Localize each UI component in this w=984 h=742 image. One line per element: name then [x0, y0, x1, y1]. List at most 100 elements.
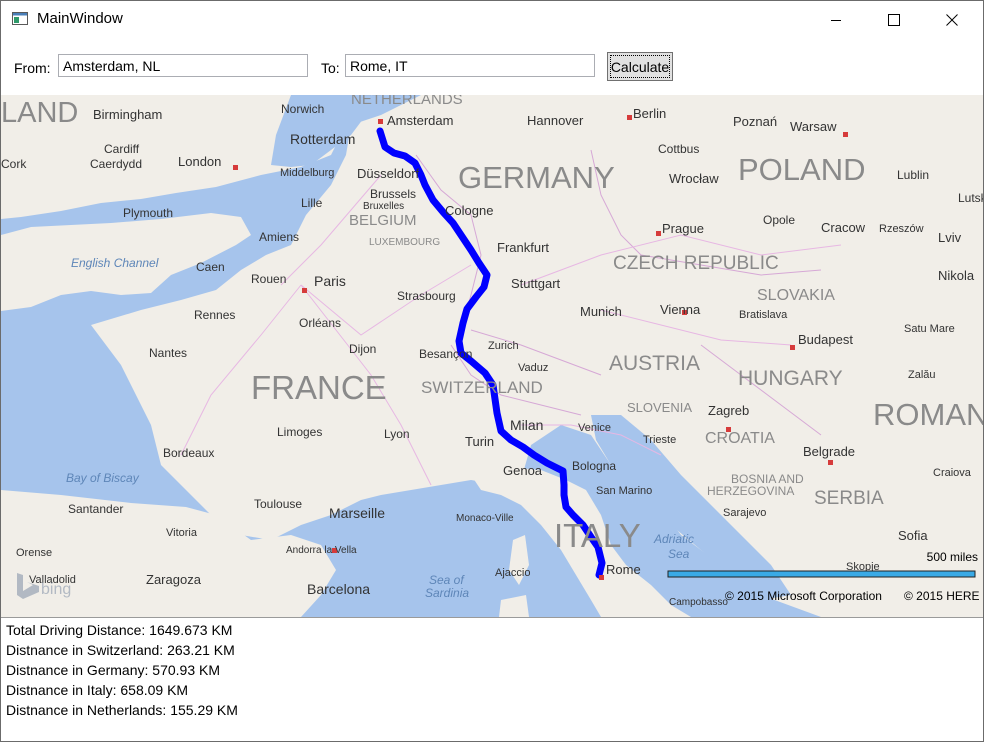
svg-text:500 miles: 500 miles — [927, 550, 978, 564]
city-label: Bratislava — [739, 309, 788, 321]
city-label: Dijon — [349, 342, 376, 356]
app-window-icon — [12, 12, 28, 25]
sea-label: English Channel — [71, 256, 159, 270]
city-label: Lviv — [938, 230, 962, 245]
city-label: Rotterdam — [290, 131, 355, 147]
sea-label: Bay of Biscay — [66, 471, 140, 485]
sea-label: Adriatic — [653, 532, 694, 546]
city-label: Orense — [16, 547, 52, 559]
city-label: Amiens — [259, 230, 299, 244]
city-label: Lublin — [897, 168, 929, 182]
results-panel: Total Driving Distance: 1649.673 KM Dist… — [1, 617, 983, 741]
city-label: Vitoria — [166, 527, 198, 539]
country-label: LAND — [1, 97, 78, 129]
country-label: POLAND — [738, 152, 865, 187]
city-label: Zurich — [488, 340, 519, 352]
city-label: London — [178, 154, 221, 169]
city-label: Sarajevo — [723, 507, 766, 519]
city-label: Cork — [1, 157, 27, 171]
city-label: Caerdydd — [90, 157, 142, 171]
netherlands-distance-text: Distnance in Netherlands: 155.29 KM — [6, 702, 238, 718]
minimize-icon — [831, 19, 841, 21]
city-label: Monaco-Ville — [456, 513, 514, 524]
city-label: Vaduz — [518, 362, 548, 374]
sea-label: Sardinia — [425, 586, 469, 600]
city-label: Marseille — [329, 505, 385, 521]
city-label: Rome — [606, 562, 641, 577]
from-input[interactable] — [58, 54, 308, 77]
maximize-button[interactable] — [865, 1, 923, 38]
switzerland-distance-text: Distnance in Switzerland: 263.21 KM — [6, 642, 235, 658]
total-distance-text: Total Driving Distance: 1649.673 KM — [6, 622, 233, 638]
city-label: Bordeaux — [163, 446, 214, 460]
country-label: GERMANY — [458, 160, 615, 195]
city-label: Stuttgart — [511, 276, 561, 291]
city-label: Rennes — [194, 308, 235, 322]
city-label: Rouen — [251, 272, 286, 286]
city-label: Norwich — [281, 102, 324, 116]
main-window: MainWindow From: To: Calculate — [0, 0, 984, 742]
country-label: ITALY — [554, 517, 641, 554]
city-label: Craiova — [933, 467, 972, 479]
city-label: Rzeszów — [879, 223, 924, 235]
city-label: Barcelona — [307, 581, 370, 597]
svg-text:bing: bing — [41, 581, 71, 598]
to-label: To: — [321, 60, 340, 76]
map-copyright: © 2015 Microsoft Corporation © 2015 HERE — [725, 589, 980, 603]
city-label: Bruxelles — [363, 201, 404, 212]
map-view[interactable]: LAND NETHERLANDS GERMANY POLAND BELGIUM … — [1, 95, 983, 617]
city-label: San Marino — [596, 485, 652, 497]
city-label: Wrocław — [669, 171, 719, 186]
calculate-button[interactable]: Calculate — [607, 52, 673, 81]
city-label: Lille — [301, 196, 323, 210]
city-label: Orléans — [299, 316, 341, 330]
country-label: BELGIUM — [349, 212, 417, 229]
city-label: Prague — [662, 221, 704, 236]
city-label: Amsterdam — [387, 113, 453, 128]
city-label: Milan — [510, 417, 543, 433]
city-label: Ajaccio — [495, 567, 530, 579]
city-label: Cottbus — [658, 142, 699, 156]
city-label: Berlin — [633, 106, 666, 121]
city-label: Bologna — [572, 459, 616, 473]
city-label: Venice — [578, 422, 611, 434]
city-label: Lutsk — [958, 191, 983, 205]
country-label: NETHERLANDS — [351, 95, 463, 108]
city-label: Strasbourg — [397, 289, 456, 303]
country-label: HERZEGOVINA — [707, 484, 794, 498]
city-label: Budapest — [798, 332, 853, 347]
city-label: Nikola — [938, 268, 975, 283]
city-label: Besançon — [419, 347, 472, 361]
city-label: Andorra la Vella — [286, 545, 357, 556]
country-label: SWITZERLAND — [421, 378, 543, 397]
city-label: Cologne — [445, 203, 493, 218]
sea-label: Sea of — [429, 573, 465, 587]
city-label: Poznań — [733, 114, 777, 129]
city-label: Plymouth — [123, 206, 173, 220]
svg-text:© 2015 Microsoft Corporation: © 2015 Microsoft Corporation — [725, 589, 882, 603]
city-label: Satu Mare — [904, 323, 955, 335]
city-label: Nantes — [149, 346, 187, 360]
germany-distance-text: Distnance in Germany: 570.93 KM — [6, 662, 220, 678]
close-button[interactable] — [923, 1, 981, 38]
city-label: Birmingham — [93, 107, 162, 122]
minimize-button[interactable] — [807, 1, 865, 38]
to-input[interactable] — [345, 54, 595, 77]
city-label: Brussels — [370, 187, 416, 201]
country-label: ROMAN — [873, 397, 983, 432]
from-label: From: — [14, 60, 51, 76]
title-bar[interactable]: MainWindow — [1, 1, 983, 38]
svg-text:© 2015 HERE: © 2015 HERE — [904, 589, 980, 603]
country-label: LUXEMBOURG — [369, 237, 440, 248]
city-label: Opole — [763, 213, 795, 227]
country-label: AUSTRIA — [609, 352, 700, 375]
city-label: Düsseldorf — [357, 166, 420, 181]
city-label: Zaragoza — [146, 572, 202, 587]
route-form: From: To: Calculate — [1, 38, 983, 95]
map-canvas: LAND NETHERLANDS GERMANY POLAND BELGIUM … — [1, 95, 983, 617]
city-label: Toulouse — [254, 497, 302, 511]
city-label: Sofia — [898, 528, 928, 543]
city-label: Cracow — [821, 220, 866, 235]
city-label: Trieste — [643, 434, 676, 446]
italy-distance-text: Distnance in Italy: 658.09 KM — [6, 682, 189, 698]
